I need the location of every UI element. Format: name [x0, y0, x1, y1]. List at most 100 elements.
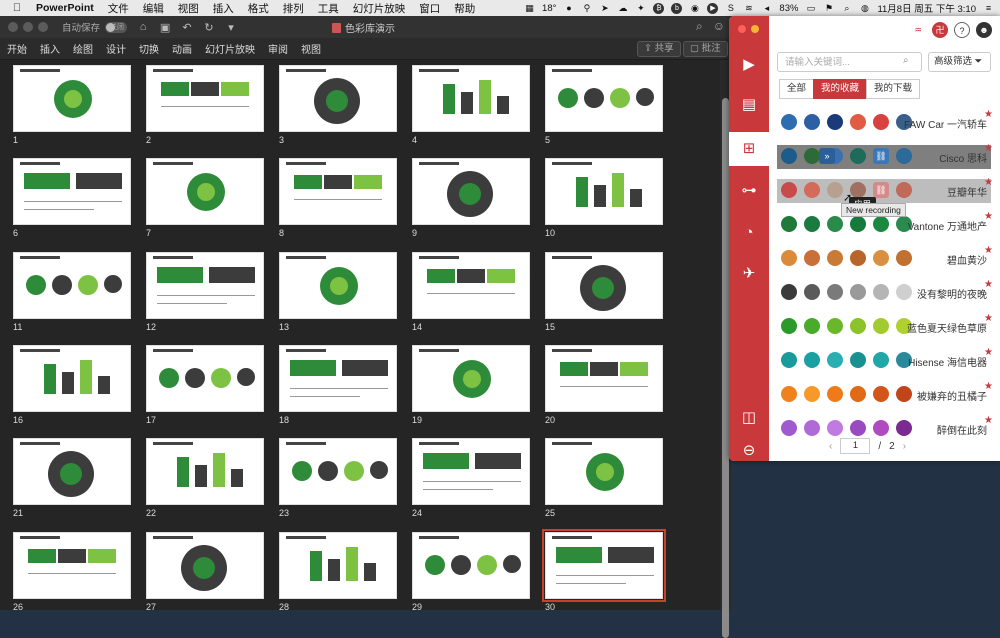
color-swatch[interactable] — [781, 148, 797, 164]
slide-thumbnail[interactable] — [279, 158, 397, 225]
color-swatch[interactable] — [873, 352, 889, 368]
panel-close-dot[interactable] — [738, 25, 746, 33]
apply-palette-icon[interactable]: » — [819, 148, 835, 164]
help-icon[interactable]: ? — [954, 22, 970, 38]
slide-thumbnail[interactable] — [412, 158, 530, 225]
microphone-icon[interactable]: ● — [563, 3, 574, 14]
pin-icon[interactable]: ⚲ — [581, 3, 592, 14]
color-swatch[interactable] — [850, 284, 866, 300]
color-swatch[interactable] — [781, 216, 797, 232]
slide-thumbnail[interactable] — [545, 252, 663, 319]
send-icon[interactable]: ➤ — [599, 3, 610, 14]
color-swatch[interactable] — [781, 420, 797, 436]
comments-button[interactable]: ▢ 批注 — [683, 41, 728, 57]
stamp-icon[interactable]: 卍 — [932, 22, 948, 38]
color-swatch[interactable] — [804, 182, 820, 198]
color-swatch[interactable] — [850, 420, 866, 436]
slide-thumbnail[interactable] — [146, 158, 264, 225]
app-menu[interactable]: PowerPoint — [36, 2, 94, 14]
color-swatch[interactable] — [827, 318, 843, 334]
color-swatch[interactable] — [850, 352, 866, 368]
menu-window[interactable]: 窗口 — [419, 1, 440, 16]
tab-insert[interactable]: 插入 — [40, 41, 60, 56]
search-spotlight-icon[interactable]: ⌕ — [841, 3, 852, 14]
slide-thumbnail[interactable] — [279, 532, 397, 599]
template-nav-icon[interactable]: ◫ — [729, 401, 769, 435]
color-swatch[interactable] — [896, 148, 912, 164]
favorite-star-icon[interactable]: ★ — [984, 381, 993, 392]
color-swatch[interactable] — [827, 182, 843, 198]
menu-insert[interactable]: 插入 — [213, 1, 234, 16]
color-swatch[interactable] — [896, 420, 912, 436]
tab-transitions[interactable]: 切换 — [139, 41, 159, 56]
menu-slideshow[interactable]: 幻灯片放映 — [353, 1, 406, 16]
slide-thumbnail[interactable] — [13, 532, 131, 599]
color-swatch[interactable] — [850, 216, 866, 232]
slide-thumbnail[interactable] — [146, 252, 264, 319]
palette-row[interactable]: » ⛓ Cisco 思科 ★ — [777, 143, 993, 169]
color-swatch[interactable] — [896, 386, 912, 402]
slideshow-nav-icon[interactable]: ▶ — [729, 48, 769, 82]
slide-thumbnail[interactable] — [412, 345, 530, 412]
favorite-star-icon[interactable]: ★ — [984, 313, 993, 324]
control-center-icon[interactable]: ≡ — [983, 3, 994, 14]
slide-thumbnail[interactable] — [279, 65, 397, 132]
color-palette-nav-icon[interactable]: ⊞ — [729, 132, 769, 166]
slide-thumbnail[interactable] — [13, 65, 131, 132]
diagram-nav-icon[interactable]: ⊶ — [729, 174, 769, 208]
search-input[interactable] — [777, 52, 922, 72]
menu-edit[interactable]: 编辑 — [143, 1, 164, 16]
customize-icon[interactable]: ▾ — [225, 21, 237, 34]
favorite-star-icon[interactable]: ★ — [984, 109, 993, 120]
search-icon[interactable]: ⌕ — [696, 19, 703, 34]
save-icon[interactable]: ▣ — [159, 21, 171, 34]
page-input[interactable]: 1 — [840, 438, 871, 454]
color-swatch[interactable] — [804, 386, 820, 402]
palette-row[interactable]: ⛓ 豆瓣年华 ★ — [777, 177, 993, 203]
slide-thumbnail[interactable] — [13, 252, 131, 319]
color-swatch[interactable] — [873, 250, 889, 266]
tab-home[interactable]: 开始 — [7, 41, 27, 56]
color-swatch[interactable] — [804, 318, 820, 334]
color-swatch[interactable] — [804, 352, 820, 368]
slide-thumbnail[interactable] — [412, 65, 530, 132]
chart-nav-icon[interactable]: ◔ — [729, 216, 769, 250]
color-swatch[interactable] — [873, 114, 889, 130]
slide-thumbnail[interactable] — [279, 345, 397, 412]
spotlight-icon[interactable]: ◉ — [689, 3, 700, 14]
slide-thumbnail[interactable] — [279, 438, 397, 505]
redo-icon[interactable]: ↻ — [203, 21, 215, 34]
zoom-window-button[interactable] — [38, 22, 48, 32]
next-page-icon[interactable]: › — [903, 441, 906, 452]
slide-thumbnail[interactable] — [146, 345, 264, 412]
color-swatch[interactable] — [873, 318, 889, 334]
favorite-star-icon[interactable]: ★ — [984, 211, 993, 222]
slide-thumbnail[interactable] — [412, 438, 530, 505]
color-swatch[interactable] — [781, 114, 797, 130]
color-swatch[interactable] — [873, 386, 889, 402]
battery-percent[interactable]: 83% — [779, 3, 798, 14]
tab-all[interactable]: 全部 — [779, 79, 815, 99]
favorite-star-icon[interactable]: ★ — [984, 143, 993, 154]
color-swatch[interactable] — [850, 250, 866, 266]
color-swatch[interactable] — [781, 182, 797, 198]
audio-wave-icon[interactable]: ♒ — [910, 22, 926, 38]
color-swatch[interactable] — [827, 420, 843, 436]
color-swatch[interactable] — [781, 386, 797, 402]
slide-sorter-grid[interactable]: 1 2 3 4 5 6 7 8 9 10 11 12 13 14 15 16 17 18 19 20 21 22 23 24 2… — [0, 60, 720, 610]
s-app-icon[interactable]: S — [725, 3, 736, 14]
siri-icon[interactable]: ◍ — [859, 3, 870, 14]
color-swatch[interactable] — [781, 318, 797, 334]
slide-thumbnail[interactable] — [545, 65, 663, 132]
color-swatch[interactable] — [827, 114, 843, 130]
tab-design[interactable]: 设计 — [106, 41, 126, 56]
autosave-toggle[interactable]: 关闭 — [105, 21, 128, 33]
menu-view[interactable]: 视图 — [178, 1, 199, 16]
color-swatch[interactable] — [827, 386, 843, 402]
tab-favorites[interactable]: 我的收藏 — [813, 79, 868, 99]
color-swatch[interactable] — [873, 284, 889, 300]
layout-nav-icon[interactable]: ▤ — [729, 88, 769, 122]
color-swatch[interactable] — [850, 114, 866, 130]
b-app-icon[interactable]: b — [671, 2, 683, 14]
slide-thumbnail[interactable] — [545, 438, 663, 505]
